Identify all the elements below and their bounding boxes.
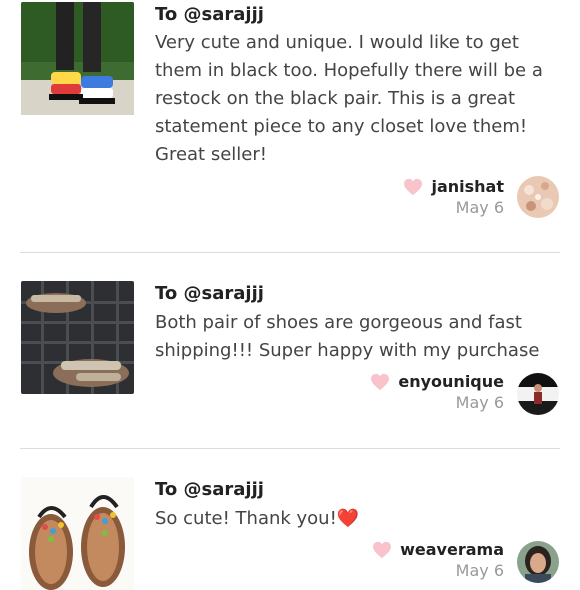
review-recipient[interactable]: To @sarajjj: [155, 479, 264, 500]
woman-avatar: [517, 541, 559, 583]
review-date: May 6: [455, 393, 504, 412]
review-text: Very cute and unique. I would like to ge…: [155, 32, 543, 165]
reviewer-username[interactable]: weaverama: [400, 540, 504, 559]
review-item: To @sarajjj So cute! Thank you!❤️ weaver…: [0, 449, 580, 590]
review-item: To @sarajjj Very cute and unique. I woul…: [0, 0, 580, 252]
review-meta: weaverama May 6: [372, 540, 504, 580]
review-thumbnail[interactable]: [21, 477, 134, 590]
review-item: To @sarajjj Both pair of shoes are gorge…: [0, 253, 580, 448]
reviewer-username[interactable]: enyounique: [398, 372, 504, 391]
reviewer-avatar[interactable]: [517, 373, 559, 415]
review-thumbnail[interactable]: [21, 2, 134, 115]
beaded-sandals-photo: [21, 477, 134, 590]
rose-gold-glitter-avatar: [517, 176, 559, 218]
review-date: May 6: [455, 561, 504, 580]
platform-sandals-photo: [21, 2, 134, 115]
heart-icon[interactable]: [372, 541, 392, 559]
reviewer-avatar[interactable]: [517, 176, 559, 218]
review-meta: janishat May 6: [403, 177, 504, 217]
heart-icon[interactable]: [403, 178, 423, 196]
reviewer-username[interactable]: janishat: [431, 177, 504, 196]
review-text: So cute! Thank you!❤️: [155, 508, 360, 529]
reviewer-avatar[interactable]: [517, 541, 559, 583]
heart-icon[interactable]: [370, 373, 390, 391]
glitter-sandals-photo: [21, 281, 134, 394]
review-recipient[interactable]: To @sarajjj: [155, 4, 264, 25]
review-recipient[interactable]: To @sarajjj: [155, 283, 264, 304]
review-date: May 6: [455, 198, 504, 217]
review-thumbnail[interactable]: [21, 281, 134, 394]
review-meta: enyounique May 6: [370, 372, 504, 412]
person-avatar: [517, 373, 559, 415]
review-text: Both pair of shoes are gorgeous and fast…: [155, 312, 540, 361]
